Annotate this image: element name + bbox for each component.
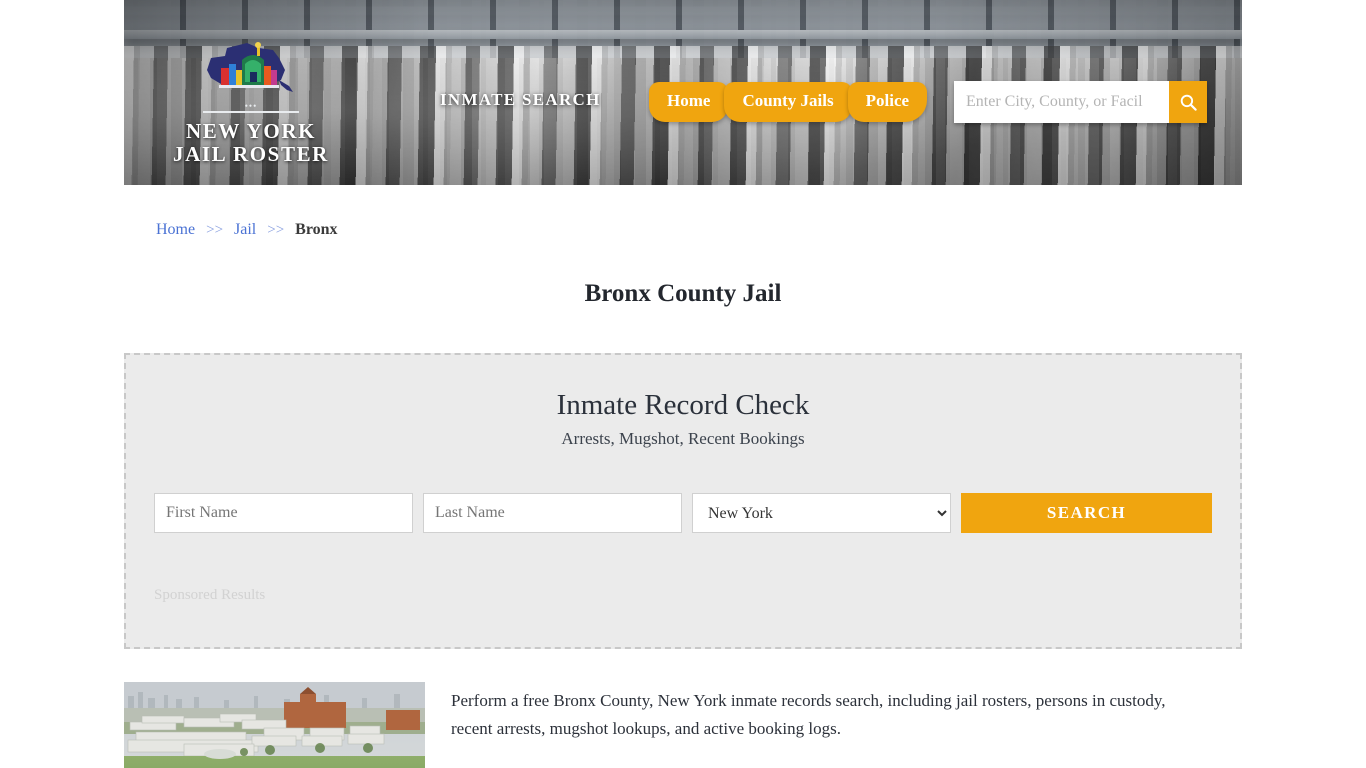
jail-aerial-photo [124, 682, 425, 768]
nav-item-home[interactable]: Home [649, 82, 729, 122]
header-search-button[interactable] [1169, 81, 1207, 123]
header-tagline: INMATE SEARCH [440, 90, 601, 109]
breadcrumb-separator-2: >> [267, 222, 285, 238]
new-york-state-logo-icon [207, 42, 293, 92]
main-content: Home >> Jail >> Bronx Bronx County Jail … [124, 185, 1242, 768]
header-search-input[interactable] [954, 81, 1169, 123]
sponsored-results-label: Sponsored Results [154, 587, 266, 604]
inmate-search-form: New YorkAlabamaAlaskaArizonaCaliforniaFl… [154, 493, 1212, 534]
page-root: NEW YORK JAIL ROSTER INMATE SEARCH Home … [0, 0, 1366, 768]
search-button[interactable]: SEARCH [961, 493, 1212, 534]
article-section: Perform a free Bronx County, New York in… [124, 682, 1242, 768]
last-name-input[interactable] [423, 493, 682, 534]
article-paragraph: Perform a free Bronx County, New York in… [451, 691, 1166, 738]
site-header: NEW YORK JAIL ROSTER INMATE SEARCH Home … [124, 0, 1242, 185]
breadcrumb-item-jail[interactable]: Jail [234, 221, 256, 238]
panel-title: Inmate Record Check [556, 389, 810, 421]
search-icon [1180, 94, 1197, 111]
nav-item-county-jails[interactable]: County Jails [724, 82, 852, 122]
logo-divider [203, 101, 299, 116]
logo-line-2: JAIL ROSTER [173, 142, 329, 166]
state-select[interactable]: New YorkAlabamaAlaskaArizonaCaliforniaFl… [692, 493, 951, 534]
site-logo[interactable]: NEW YORK JAIL ROSTER [156, 40, 346, 166]
breadcrumb-item-current: Bronx [295, 221, 338, 238]
breadcrumb: Home >> Jail >> Bronx [124, 185, 1242, 239]
first-name-input[interactable] [154, 493, 413, 534]
breadcrumb-item-home[interactable]: Home [156, 221, 195, 238]
inmate-record-check-panel: Inmate Record Check Arrests, Mugshot, Re… [124, 353, 1242, 649]
main-navigation: Home County Jails Police [649, 82, 928, 122]
header-search [954, 81, 1207, 123]
nav-item-police[interactable]: Police [847, 82, 928, 122]
page-title: Bronx County Jail [584, 280, 782, 307]
logo-line-1: NEW YORK [185, 119, 317, 143]
jail-photo-graphic [124, 682, 425, 768]
article-text: Perform a free Bronx County, New York in… [425, 682, 1196, 768]
panel-subtitle: Arrests, Mugshot, Recent Bookings [561, 429, 805, 449]
breadcrumb-separator-1: >> [206, 222, 224, 238]
